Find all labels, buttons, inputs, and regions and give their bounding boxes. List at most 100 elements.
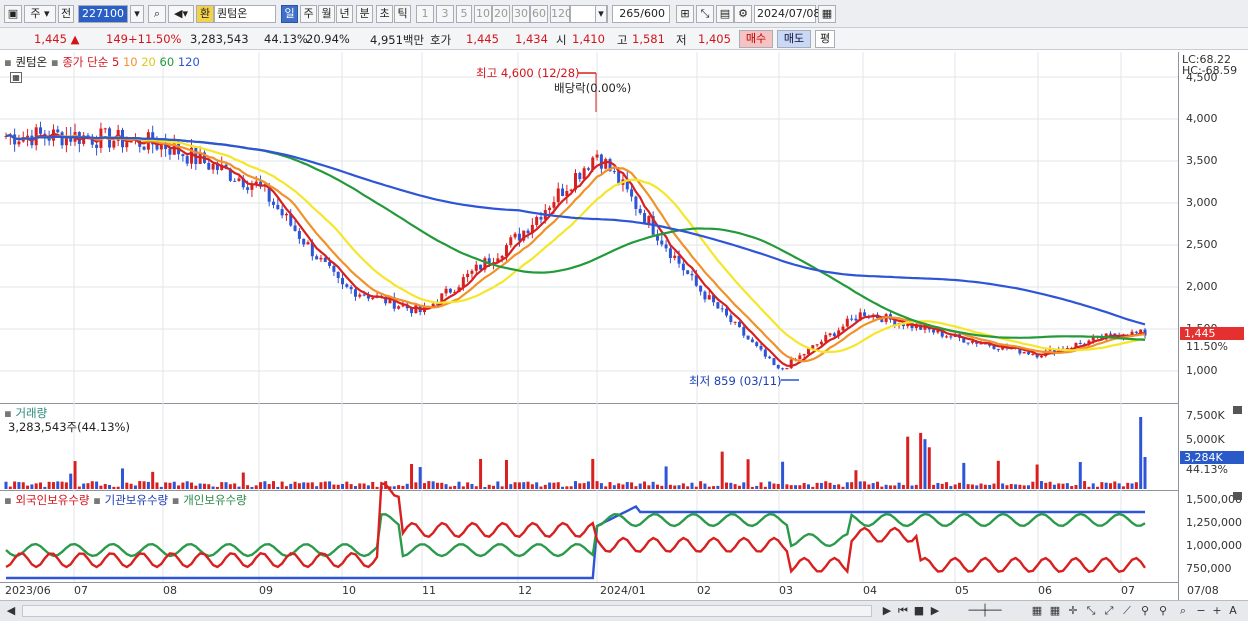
draw-tool-icon[interactable]: ⤢ [1102,604,1116,618]
table-icon[interactable]: ▦ [10,72,22,83]
count-field[interactable]: 265/600 [612,5,670,23]
candle-body [1027,352,1031,355]
candle-body [103,128,107,130]
candle-body [168,149,172,155]
chart-icon[interactable]: ▦ [1030,604,1044,618]
candle-body [1031,353,1035,355]
period-1-button[interactable]: 주 [300,5,317,23]
volume-bar [233,483,237,489]
font-icon[interactable]: A [1226,604,1240,618]
calendar-icon[interactable]: ▦ [818,5,836,23]
volume-bar [673,485,677,489]
volume-bar [574,481,577,489]
chevron-down-icon[interactable]: ▾ [130,5,144,23]
volume-bar [77,486,81,489]
volume-bar [630,482,634,489]
rewind-icon[interactable]: ⏮ [896,604,910,618]
price-legend: ▪ 퀀텀온 ▪ 종가 단순 5 10 20 60 120 [4,54,200,70]
draw-tool-icon[interactable]: ⤡ [696,5,714,23]
search-icon[interactable]: ⌕ [148,5,166,23]
crosshair-icon[interactable]: ✛ [1066,604,1080,618]
chart-canvas[interactable] [0,52,1178,600]
average-button[interactable]: 평 [815,30,835,48]
stock-name-field[interactable]: 퀀텀온 [214,5,276,23]
period-0-button[interactable]: 일 [281,5,298,23]
buy-button[interactable]: 매수 [739,30,773,48]
volume-bar [539,486,543,489]
sell-button[interactable]: 매도 [777,30,811,48]
period-3-button[interactable]: 년 [336,5,353,23]
volume-bar [1078,462,1082,489]
volume-bar [595,481,599,489]
period-6-button[interactable]: 틱 [394,5,411,23]
stop-icon[interactable]: ■ [912,604,926,618]
zoom-slider[interactable]: ──┼── [950,604,1020,618]
link-icon[interactable]: ⚲ [1156,604,1170,618]
volume-value: 3,283,543 [190,32,249,46]
ma-10: 10 [122,55,138,69]
zoom-out-icon[interactable]: − [1194,604,1208,618]
candle-body [798,355,802,360]
volume-bar [1065,483,1069,489]
interval-5-button[interactable]: 5 [456,5,472,23]
period-4-button[interactable]: 분 [356,5,373,23]
volume-bar [310,482,314,489]
layout-icon[interactable]: ▣ [4,5,22,23]
panel-close-icon[interactable] [1233,406,1242,414]
toolbar: ▣ 주 ▾ 전 227100 ▾ ⌕ ◀▾ 환 퀀텀온 일주월년분초틱 1351… [0,0,1248,28]
candle-body [280,209,284,216]
save-icon[interactable]: ▤ [716,5,734,23]
volume-bar [1134,482,1138,489]
x-tick-label: 12 [518,584,532,597]
stock-name-label: 퀀텀온 [15,55,48,69]
candle-body [845,318,849,327]
stock-code-input[interactable]: 227100 [78,5,128,23]
mode-select[interactable]: 주 ▾ [24,5,56,23]
candle-body [293,225,297,231]
candle-body [556,188,560,203]
interval-60-button[interactable]: 60 [530,5,548,23]
scroll-left-icon[interactable]: ◀ [4,604,18,618]
volume-bar [725,482,729,489]
volume-bar [914,484,918,489]
volume-bar [431,481,435,489]
interval-1-button[interactable]: 1 [416,5,434,23]
play-icon[interactable]: ▶ [928,604,942,618]
chart-icon[interactable]: ▦ [1048,604,1062,618]
volume-bar [811,486,815,489]
period-5-button[interactable]: 초 [376,5,393,23]
draw-tool-icon[interactable]: ⤡ [1084,604,1098,618]
interval-20-button[interactable]: 20 [492,5,510,23]
interval-10-button[interactable]: 10 [474,5,492,23]
link-icon[interactable]: ⚲ [1138,604,1152,618]
interval-120-button[interactable]: 120 [550,5,572,23]
volume-bar [30,484,34,489]
volume-bar [768,481,772,489]
candle-body [854,318,858,321]
prev-button[interactable]: 전 [58,5,74,23]
volume-bar [660,485,664,489]
draw-tool-icon[interactable]: ⟋ [1120,604,1134,618]
panel-close-icon[interactable] [1233,492,1242,500]
exchange-badge: 환 [196,5,214,23]
interval-30-button[interactable]: 30 [512,5,530,23]
volume-bar [13,481,17,489]
scroll-right-icon[interactable]: ▶ [880,604,894,618]
search-icon[interactable]: ⌕ [1176,604,1190,618]
volume-bar [267,484,271,489]
period-2-button[interactable]: 월 [318,5,335,23]
scrollbar-track[interactable] [22,605,872,617]
chevron-down-icon[interactable]: ▾ [595,5,607,23]
speaker-icon[interactable]: ◀▾ [168,5,194,23]
chart-tool-icon[interactable]: ⊞ [676,5,694,23]
date-input[interactable]: 2024/07/08 [754,5,820,23]
candle-body [832,333,836,337]
volume-bar [435,482,439,489]
candle-body [578,173,582,180]
interval-3-button[interactable]: 3 [436,5,454,23]
volume-bar [414,482,418,489]
volume-bar [1052,484,1056,489]
zoom-in-icon[interactable]: + [1210,604,1224,618]
gear-icon[interactable]: ⚙ [734,5,752,23]
x-tick-label: 10 [342,584,356,597]
